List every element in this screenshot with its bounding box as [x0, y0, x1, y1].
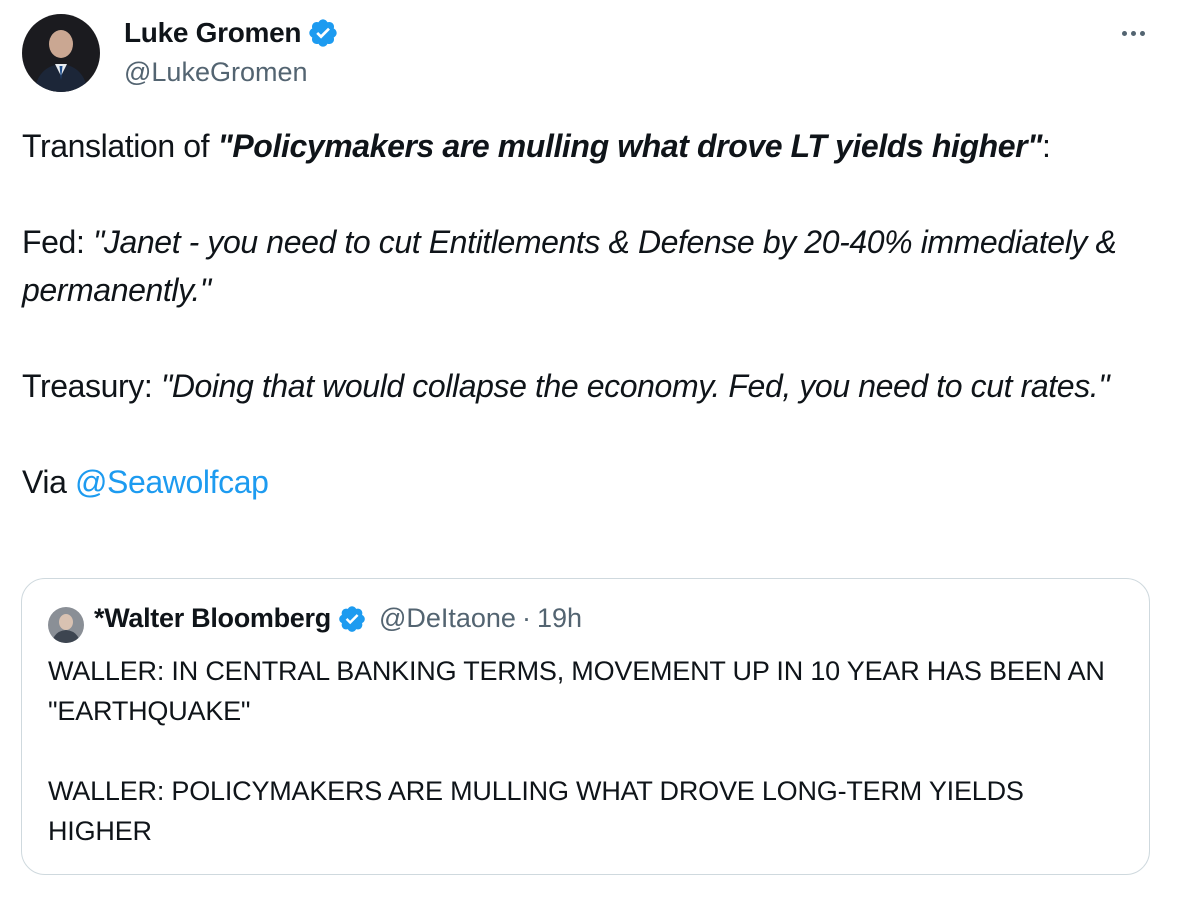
author-avatar[interactable] [22, 14, 100, 92]
fed-quote: "Janet - you need to cut Entitlements & … [22, 224, 1117, 308]
author-name-row: Luke Gromen [124, 17, 339, 49]
quoted-paragraph: WALLER: POLICYMAKERS ARE MULLING WHAT DR… [48, 776, 1024, 846]
separator-dot: · [521, 603, 531, 633]
quoted-body: WALLER: IN CENTRAL BANKING TERMS, MOVEME… [48, 651, 1128, 851]
tweet-line-treasury: Treasury: "Doing that would collapse the… [22, 362, 1172, 410]
quoted-display-name[interactable]: *Walter Bloomberg [94, 603, 331, 634]
author-display-name[interactable]: Luke Gromen [124, 17, 301, 49]
translation-quote: "Policymakers are mulling what drove LT … [217, 128, 1043, 164]
tweet-line-via: Via @Seawolfcap [22, 458, 1172, 506]
more-dot [1121, 30, 1127, 36]
more-options-icon[interactable] [1115, 18, 1151, 48]
quoted-timestamp[interactable]: 19h [537, 603, 582, 634]
mention-link[interactable]: @Seawolfcap [75, 464, 269, 500]
tweet-line-translation: Translation of "Policymakers are mulling… [22, 122, 1172, 170]
translation-prefix: Translation of [22, 128, 218, 164]
more-dot [1130, 30, 1136, 36]
quoted-author-avatar[interactable] [48, 607, 84, 643]
treasury-label: Treasury: [22, 368, 161, 404]
translation-suffix: : [1042, 128, 1051, 164]
quoted-handle[interactable]: @DeItaone [379, 603, 516, 634]
more-dot [1139, 30, 1145, 36]
treasury-quote: "Doing that would collapse the economy. … [160, 368, 1110, 404]
quoted-tweet-card[interactable]: *Walter Bloomberg @DeItaone · 19h WALLER… [21, 578, 1150, 875]
quoted-paragraph: WALLER: IN CENTRAL BANKING TERMS, MOVEME… [48, 656, 1105, 726]
fed-label: Fed: [22, 224, 93, 260]
quoted-header: *Walter Bloomberg @DeItaone · 19h [94, 603, 582, 634]
verified-badge-icon[interactable] [307, 17, 339, 49]
tweet-line-fed: Fed: "Janet - you need to cut Entitlemen… [22, 218, 1172, 314]
author-handle[interactable]: @LukeGromen [124, 57, 308, 88]
verified-badge-icon[interactable] [337, 604, 367, 634]
tweet-body: Translation of "Policymakers are mulling… [22, 122, 1172, 506]
via-label: Via [22, 464, 75, 500]
